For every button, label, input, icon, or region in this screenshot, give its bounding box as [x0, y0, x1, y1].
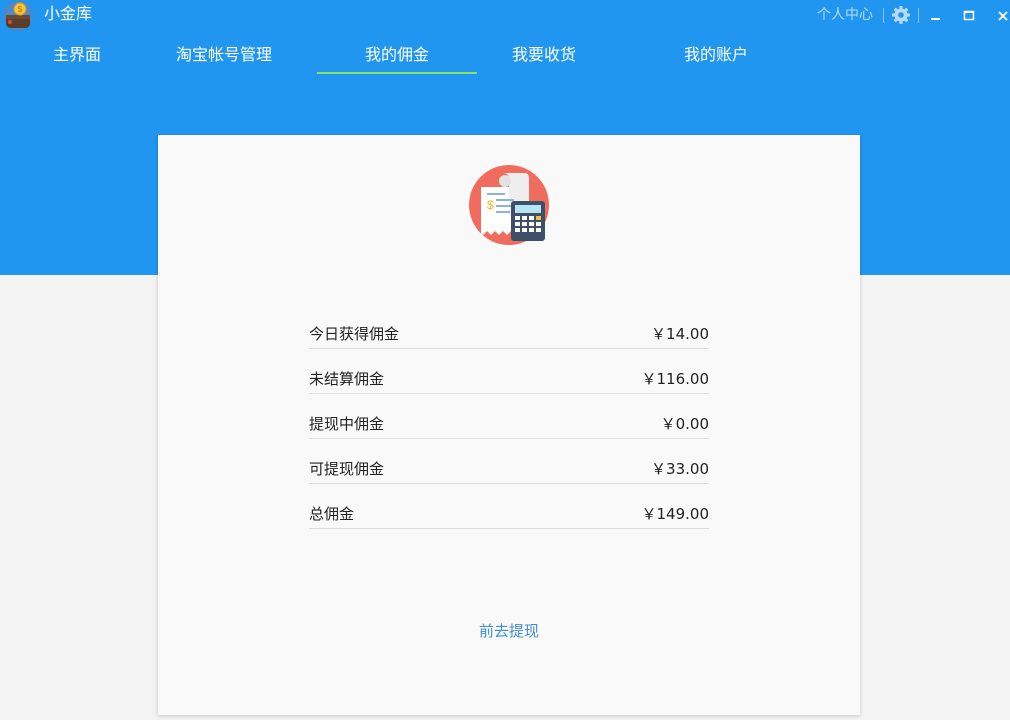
row-label: 提现中佣金: [309, 415, 385, 433]
svg-text:$: $: [18, 5, 23, 14]
divider: [883, 8, 884, 23]
coin-wallet-icon: $: [3, 1, 33, 31]
row-value: ￥116.00: [641, 370, 710, 388]
commission-row-unsettled: 未结算佣金 ￥116.00: [309, 365, 709, 394]
main-nav: 主界面 淘宝帐号管理 我的佣金 我要收货 我的账户: [0, 36, 1010, 76]
go-withdraw-link[interactable]: 前去提现: [158, 621, 860, 641]
personal-center-link[interactable]: 个人中心: [817, 6, 873, 24]
minimize-icon[interactable]: [924, 4, 946, 26]
title-bar: $ 小金库 个人中心: [0, 0, 1010, 32]
receipt-calculator-icon: $: [469, 165, 549, 245]
tab-taobao-accounts[interactable]: 淘宝帐号管理: [164, 36, 284, 74]
row-label: 今日获得佣金: [309, 325, 400, 343]
app-title: 小金库: [44, 4, 93, 23]
tab-receive-goods[interactable]: 我要收货: [494, 36, 594, 74]
tab-home[interactable]: 主界面: [37, 36, 117, 74]
tab-my-commission[interactable]: 我的佣金: [317, 36, 477, 74]
tab-my-account[interactable]: 我的账户: [666, 36, 766, 74]
row-value: ￥14.00: [651, 325, 709, 343]
active-tab-indicator: [317, 72, 477, 74]
row-label: 总佣金: [309, 505, 355, 523]
row-label: 可提现佣金: [309, 460, 385, 478]
commission-row-today: 今日获得佣金 ￥14.00: [309, 320, 709, 349]
commission-card: $ 今日获得佣金 ￥14.00 未结算佣金 ￥116.00 提现中佣金 ￥0.0…: [158, 135, 860, 715]
app-window: $ 小金库 个人中心 主界面 淘宝帐号管理 我的佣金 我要收货 我的账户 $ 今…: [0, 0, 1010, 720]
gear-icon[interactable]: [890, 4, 912, 26]
commission-row-withdrawable: 可提现佣金 ￥33.00: [309, 455, 709, 484]
row-value: ￥149.00: [641, 505, 710, 523]
commission-row-withdrawing: 提现中佣金 ￥0.00: [309, 410, 709, 439]
row-value: ￥33.00: [651, 460, 709, 478]
divider: [918, 8, 919, 23]
close-icon[interactable]: [992, 4, 1010, 26]
row-value: ￥0.00: [660, 415, 709, 433]
svg-text:$: $: [487, 198, 494, 212]
row-label: 未结算佣金: [309, 370, 385, 388]
commission-row-total: 总佣金 ￥149.00: [309, 500, 709, 529]
maximize-icon[interactable]: [958, 4, 980, 26]
